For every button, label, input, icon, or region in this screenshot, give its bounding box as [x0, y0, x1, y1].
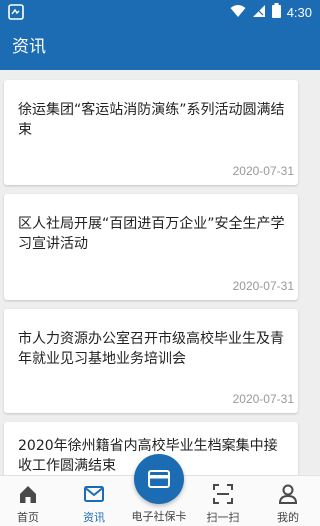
nav-news[interactable]: 资讯 — [62, 476, 126, 526]
nav-label: 资讯 — [83, 511, 105, 524]
news-date: 2020-07-31 — [232, 164, 294, 178]
scan-icon — [212, 483, 234, 505]
news-date: 2020-07-31 — [232, 392, 294, 406]
wifi-icon — [230, 3, 246, 22]
battery-icon — [271, 2, 281, 22]
news-title: 徐运集团“客运站消防演练”系列活动圆满结束 — [18, 102, 285, 138]
nav-mine[interactable]: 我的 — [256, 476, 320, 526]
nav-label: 首页 — [17, 511, 39, 524]
nav-home[interactable]: 首页 — [0, 476, 60, 526]
app-notification-icon — [8, 4, 24, 20]
app-bar: 资讯 — [0, 24, 320, 70]
page-title: 资讯 — [12, 37, 46, 57]
news-title: 市人力资源办公室召开市级高校毕业生及青年就业见习基地业务培训会 — [18, 331, 284, 367]
signal-icon — [252, 3, 266, 22]
mail-icon — [83, 483, 105, 505]
news-title: 区人社局开展“百团进百万企业”安全生产学习宣讲活动 — [18, 216, 285, 252]
nav-label: 扫一扫 — [206, 511, 240, 524]
card-icon — [148, 470, 170, 488]
nav-scan[interactable]: 扫一扫 — [191, 476, 255, 526]
news-date: 2020-07-31 — [232, 279, 294, 293]
status-bar: 4:30 — [0, 0, 320, 24]
home-icon — [17, 483, 39, 505]
social-security-card-button[interactable] — [134, 454, 184, 504]
news-card[interactable]: 市人力资源办公室召开市级高校毕业生及青年就业见习基地业务培训会 2020-07-… — [4, 309, 298, 413]
news-card[interactable]: 徐运集团“客运站消防演练”系列活动圆满结束 2020-07-31 — [4, 80, 298, 185]
nav-label: 我的 — [277, 511, 299, 524]
status-time: 4:30 — [286, 4, 312, 20]
person-icon — [277, 483, 299, 505]
news-list[interactable]: 徐运集团“客运站消防演练”系列活动圆满结束 2020-07-31 区人社局开展“… — [0, 70, 320, 475]
nav-label-card[interactable]: 电子社保卡 — [127, 508, 191, 524]
news-card[interactable]: 区人社局开展“百团进百万企业”安全生产学习宣讲活动 2020-07-31 — [4, 194, 298, 300]
